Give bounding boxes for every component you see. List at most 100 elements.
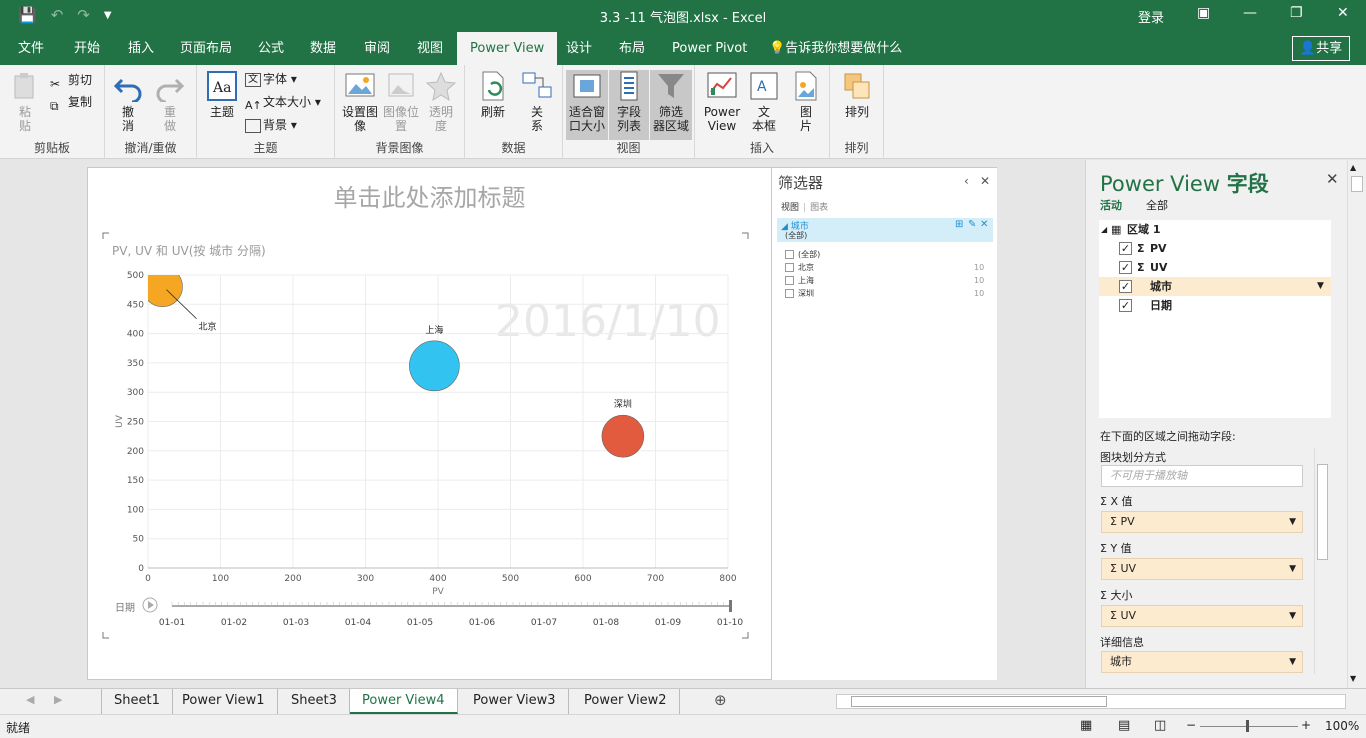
theme-button[interactable]: Aa 主题 [204,70,240,119]
filter-tab-chart[interactable]: 图表 [810,203,828,213]
filter-item[interactable]: 北京 [785,262,814,274]
textbox-button[interactable]: A 文 本框 [747,70,781,133]
zoom-out-icon[interactable]: − [1186,718,1196,732]
tab-formulas[interactable]: 公式 [255,32,287,65]
sheet-tab[interactable]: Power View2 [572,689,680,714]
font-button[interactable]: 文字体 ▾ [245,69,297,89]
x-value-zone[interactable]: Σ PV ▼ [1101,511,1303,533]
add-sheet-icon[interactable]: ⊕ [714,691,727,709]
bubble[interactable] [601,414,645,458]
scroll-down-icon[interactable]: ▼ [1350,674,1356,683]
arrange-button[interactable]: 排列 [838,70,876,119]
field-pv[interactable]: ✓ Σ PV [1099,239,1331,258]
paste-button[interactable]: 粘 贴 [8,70,42,133]
close-icon[interactable]: ✕ [1337,5,1349,21]
sheet-tab[interactable]: Sheet3 [279,689,350,714]
bubble-chart[interactable]: PV, UV 和 UV(按 城市 分隔) 2016/1/10 0 100 200 300 4… [88,168,771,681]
play-axis-thumb[interactable] [729,600,732,612]
share-button[interactable]: 👤共享 [1292,36,1350,61]
tab-all-fields[interactable]: 全部 [1146,199,1168,212]
filter-item[interactable]: 深圳 [785,288,814,300]
redo-button[interactable]: 重 做 [153,70,187,133]
normal-view-icon[interactable]: ▦ [1080,718,1092,733]
picture-button[interactable]: 图 片 [789,70,823,133]
sheet-tab-active[interactable]: Power View4 [350,689,458,714]
filter-item[interactable]: (全部) [785,249,820,261]
table-node[interactable]: ◢ ▦ 区域 1 [1099,220,1331,239]
checkbox[interactable]: ✓ [1119,261,1132,274]
tab-review[interactable]: 审阅 [361,32,393,65]
scroll-up-icon[interactable]: ▲ [1350,163,1356,172]
horizontal-scrollbar[interactable] [836,694,1346,709]
filter-tab-view[interactable]: 视图 [781,203,799,213]
vertical-scrollbar[interactable]: ▲ ▼ [1347,160,1366,688]
filter-mode-icon[interactable]: ⊞ [955,219,963,230]
next-sheet-icon[interactable]: ▶ [54,693,62,706]
zones-scrollbar[interactable] [1314,448,1330,674]
zoom-slider-thumb[interactable] [1246,720,1249,732]
zoom-slider[interactable] [1200,726,1298,727]
copy-button[interactable]: ⧉ 复制 [50,92,92,113]
dropdown-arrow-icon[interactable]: ▼ [1289,652,1296,672]
prev-sheet-icon[interactable]: ◀ [26,693,34,706]
refresh-button[interactable]: 刷新 [475,70,511,119]
page-layout-view-icon[interactable]: ▤ [1118,718,1130,733]
tell-me-search[interactable]: 💡告诉我你想要做什么 [766,32,905,65]
login-link[interactable]: 登录 [1138,7,1164,26]
dropdown-arrow-icon[interactable]: ▼ [1289,559,1296,579]
zoom-in-icon[interactable]: + [1301,718,1311,732]
detail-zone[interactable]: 城市 ▼ [1101,651,1303,673]
restore-icon[interactable]: ❐ [1290,5,1303,21]
tab-active-fields[interactable]: 活动 [1100,199,1122,212]
close-filter-icon[interactable]: ✕ [980,174,990,188]
set-image-button[interactable]: 设置图 像 [340,70,380,133]
tab-layout[interactable]: 布局 [616,32,648,65]
tab-power-pivot[interactable]: Power Pivot [669,32,750,65]
power-view-button[interactable]: Power View [701,70,743,133]
image-position-button[interactable]: 图像位 置 [381,70,421,133]
tab-data[interactable]: 数据 [307,32,339,65]
sheet-tab[interactable]: Sheet1 [101,689,173,714]
checkbox[interactable] [785,250,794,259]
tab-insert[interactable]: 插入 [125,32,157,65]
filter-area-button[interactable]: 筛选 器区域 [650,70,692,140]
field-city[interactable]: ✓ 城市 ▼ [1099,277,1331,296]
text-size-button[interactable]: A↑文本大小 ▾ [245,92,321,112]
tab-file[interactable]: 文件 [15,32,47,65]
filter-item[interactable]: 上海 [785,275,814,287]
field-list-button[interactable]: 字段 列表 [609,70,649,140]
size-zone[interactable]: Σ UV ▼ [1101,605,1303,627]
scroll-thumb[interactable] [1317,464,1328,560]
background-button[interactable]: 背景 ▾ [245,115,297,135]
checkbox[interactable] [785,289,794,298]
sheet-tab[interactable]: Power View1 [170,689,278,714]
minimize-icon[interactable]: — [1243,5,1257,21]
dropdown-arrow-icon[interactable]: ▼ [1317,277,1324,296]
checkbox[interactable] [785,263,794,272]
dropdown-arrow-icon[interactable]: ▼ [1289,606,1296,626]
power-view-canvas[interactable]: 单击此处添加标题 PV, UV 和 UV(按 城市 分隔) 2016/1/10 0 1… [87,167,997,680]
tab-page-layout[interactable]: 页面布局 [177,32,235,65]
field-date[interactable]: ✓ 日期 [1099,296,1331,315]
ribbon-display-icon[interactable]: ▣ [1197,5,1210,21]
checkbox[interactable] [785,276,794,285]
page-break-view-icon[interactable]: ◫ [1154,718,1166,733]
checkbox[interactable]: ✓ [1119,242,1132,255]
undo-button[interactable]: 撤 消 [111,70,145,133]
dropdown-arrow-icon[interactable]: ▼ [1289,512,1296,532]
relationships-button[interactable]: 关 系 [519,70,555,133]
tile-by-zone[interactable]: 不可用于播放轴 [1101,465,1303,487]
checkbox[interactable]: ✓ [1119,280,1132,293]
close-fields-pane-icon[interactable]: ✕ [1326,170,1339,188]
eraser-icon[interactable]: ✎ [968,219,976,230]
tab-design[interactable]: 设计 [563,32,595,65]
tab-view[interactable]: 视图 [414,32,446,65]
filter-field-header[interactable]: ◢ 城市 (全部) ⊞ ✎ ✕ [777,218,993,242]
sheet-tab[interactable]: Power View3 [461,689,569,714]
fit-to-window-button[interactable]: 适合窗 口大小 [566,70,608,140]
y-value-zone[interactable]: Σ UV ▼ [1101,558,1303,580]
bubble[interactable] [143,267,183,308]
bubble[interactable] [409,340,460,392]
collapse-filter-icon[interactable]: ‹ [964,174,969,188]
zoom-level[interactable]: 100% [1325,719,1359,733]
